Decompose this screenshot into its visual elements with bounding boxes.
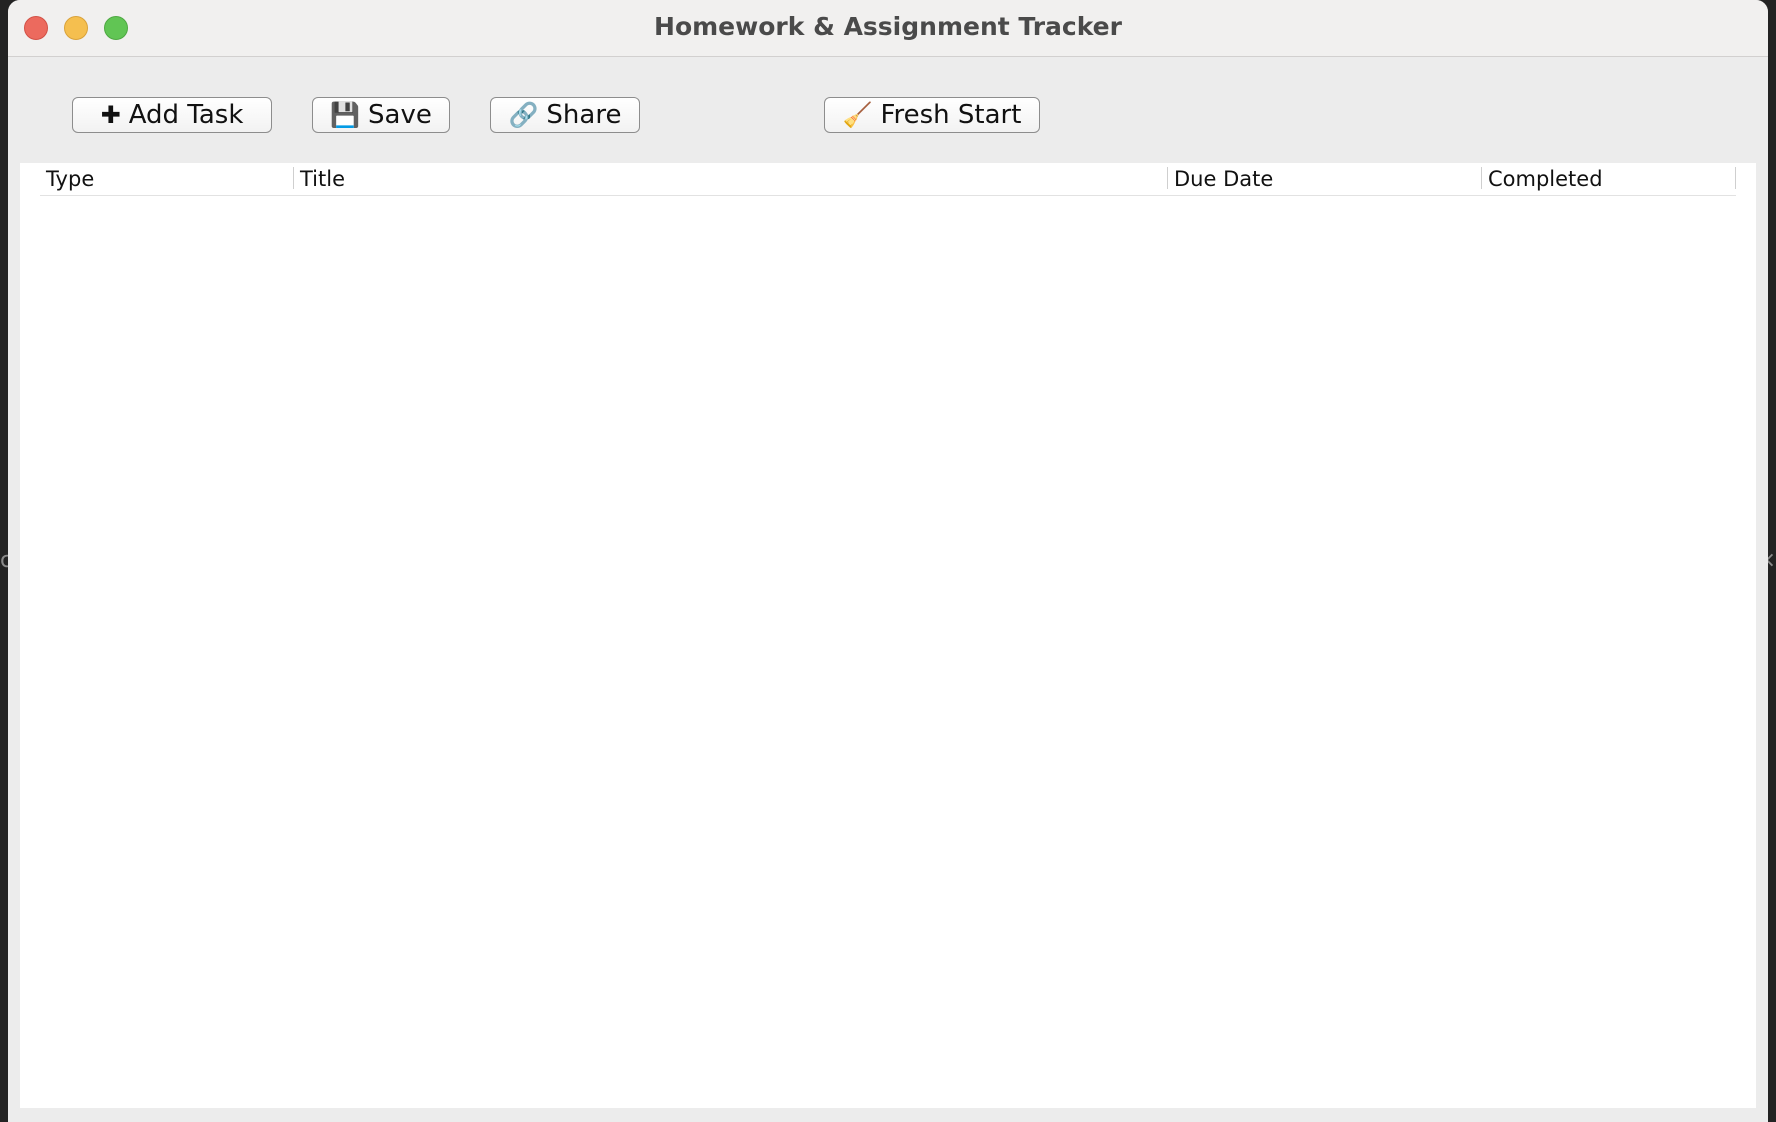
- column-header-title[interactable]: Title: [294, 166, 1168, 192]
- column-header-type[interactable]: Type: [40, 166, 294, 192]
- table-header: Type Title Due Date Completed: [40, 163, 1736, 196]
- window-title: Homework & Assignment Tracker: [654, 12, 1122, 41]
- fresh-start-button[interactable]: 🧹 Fresh Start: [824, 97, 1040, 133]
- add-task-label: Add Task: [128, 100, 244, 130]
- toolbar: ✚ Add Task 💾 Save 🔗 Share 🧹 Fresh Start: [8, 57, 1768, 163]
- column-header-due-date[interactable]: Due Date: [1168, 166, 1482, 192]
- column-divider[interactable]: [1735, 167, 1736, 189]
- link-icon: 🔗: [508, 101, 539, 129]
- save-button[interactable]: 💾 Save: [312, 97, 450, 133]
- save-label: Save: [368, 100, 432, 130]
- table-body[interactable]: [40, 196, 1736, 1101]
- broom-icon: 🧹: [842, 101, 873, 129]
- fresh-start-label: Fresh Start: [880, 100, 1022, 130]
- floppy-disk-icon: 💾: [330, 101, 361, 129]
- column-header-completed[interactable]: Completed: [1482, 166, 1736, 192]
- title-bar: Homework & Assignment Tracker: [8, 0, 1768, 57]
- plus-icon: ✚: [100, 101, 121, 129]
- add-task-button[interactable]: ✚ Add Task: [72, 97, 272, 133]
- share-button[interactable]: 🔗 Share: [490, 97, 640, 133]
- share-label: Share: [546, 100, 622, 130]
- app-window: Homework & Assignment Tracker ✚ Add Task…: [8, 0, 1768, 1122]
- task-table[interactable]: Type Title Due Date Completed: [20, 163, 1756, 1108]
